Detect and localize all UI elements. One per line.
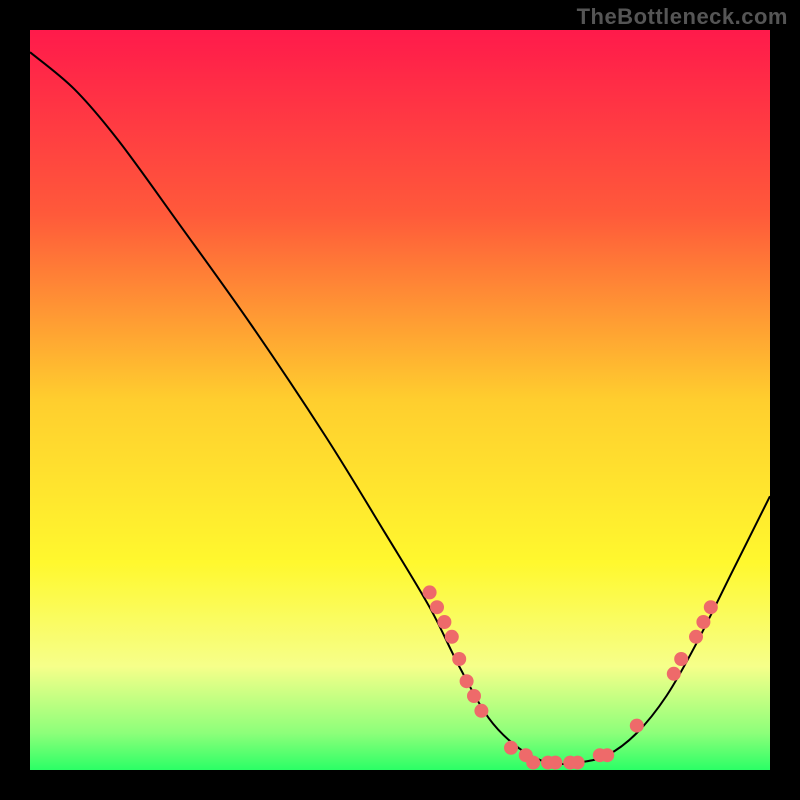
data-point	[504, 741, 518, 755]
data-point	[600, 748, 614, 762]
data-point	[548, 756, 562, 770]
data-point	[445, 630, 459, 644]
data-point	[667, 667, 681, 681]
data-point	[474, 704, 488, 718]
data-point	[430, 600, 444, 614]
data-point	[467, 689, 481, 703]
gradient-background	[30, 30, 770, 770]
bottleneck-curve-chart	[0, 0, 800, 800]
data-point	[689, 630, 703, 644]
attribution-label: TheBottleneck.com	[577, 4, 788, 30]
data-point	[696, 615, 710, 629]
data-point	[526, 756, 540, 770]
data-point	[452, 652, 466, 666]
data-point	[437, 615, 451, 629]
data-point	[460, 674, 474, 688]
data-point	[704, 600, 718, 614]
data-point	[571, 756, 585, 770]
data-point	[423, 585, 437, 599]
data-point	[674, 652, 688, 666]
data-point	[630, 719, 644, 733]
chart-root: TheBottleneck.com	[0, 0, 800, 800]
